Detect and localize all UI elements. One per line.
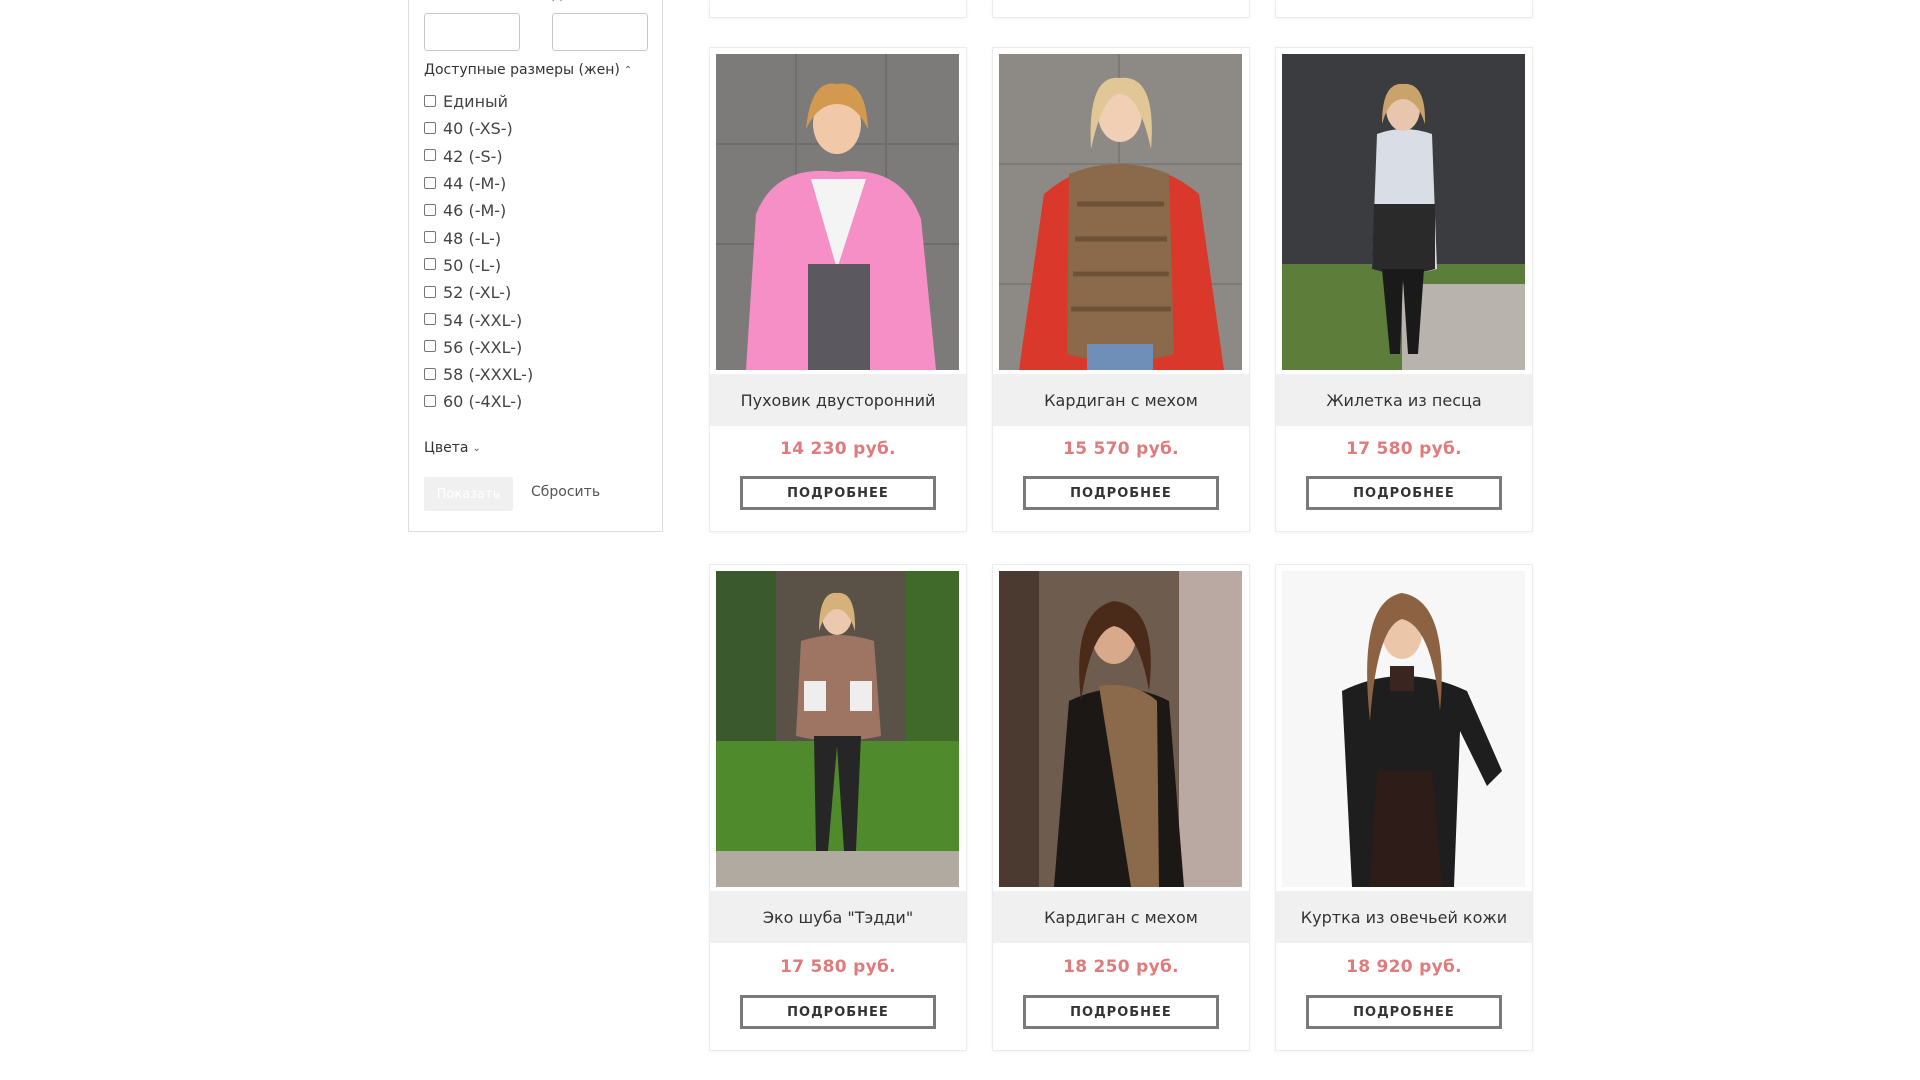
sizes-list: Единый 40 (-XS-) 42 (-S-) 44 (-M-) 46 (-… [424,88,533,416]
size-option[interactable]: 58 (-XXXL-) [424,361,533,388]
checkbox[interactable] [424,203,436,216]
product-price: 15 570 руб. [1063,439,1179,459]
size-label: 50 (-L-) [443,255,502,275]
product-title-band: Пуховик двусторонний [710,374,966,426]
size-option[interactable]: 60 (-4XL-) [424,388,533,415]
product-image[interactable] [716,54,959,370]
size-option[interactable]: 42 (-S-) [424,143,533,170]
product-title[interactable]: Куртка из овечьей кожи [1301,908,1507,927]
size-option[interactable]: 50 (-L-) [424,252,533,279]
price-from-label: От [424,0,442,2]
size-label: 54 (-XXL-) [443,310,523,330]
checkbox[interactable] [424,285,436,298]
reset-button[interactable]: Сбросить [531,484,600,500]
product-price: 14 230 руб. [780,439,896,459]
price-from-input[interactable] [424,13,520,51]
size-option[interactable]: 44 (-M-) [424,170,533,197]
price-to-input[interactable] [552,13,648,51]
product-title-band: Эко шуба "Тэдди" [710,891,966,943]
size-label: Единый [443,92,509,112]
product-title[interactable]: Кардиган с мехом [1044,908,1198,927]
size-label: 46 (-M-) [443,201,507,221]
size-label: 60 (-4XL-) [443,392,523,412]
checkbox[interactable] [424,231,436,244]
chevron-up-icon: ⌃ [623,64,633,76]
product-card[interactable]: Эко шуба "Тэдди" 17 580 руб. ПОДРОБНЕЕ [710,565,966,1050]
size-option[interactable]: Единый [424,88,533,115]
size-option[interactable]: 46 (-M-) [424,197,533,224]
sizes-filter-toggle[interactable]: Доступные размеры (жен) ⌃ [424,62,632,78]
product-card-partial [1276,0,1532,17]
checkbox[interactable] [424,394,436,407]
details-button[interactable]: ПОДРОБНЕЕ [1306,995,1502,1029]
size-label: 42 (-S-) [443,146,503,166]
checkbox[interactable] [424,367,436,380]
product-card[interactable]: Жилетка из песца 17 580 руб. ПОДРОБНЕЕ [1276,48,1532,531]
product-card[interactable]: Куртка из овечьей кожи 18 920 руб. ПОДРО… [1276,565,1532,1050]
product-image[interactable] [1282,54,1525,370]
product-image[interactable] [999,54,1242,370]
product-title[interactable]: Жилетка из песца [1326,391,1481,410]
product-card[interactable]: Пуховик двусторонний 14 230 руб. ПОДРОБН… [710,48,966,531]
details-button[interactable]: ПОДРОБНЕЕ [1306,476,1502,510]
size-option[interactable]: 54 (-XXL-) [424,306,533,333]
checkbox[interactable] [424,149,436,162]
size-label: 48 (-L-) [443,228,502,248]
details-button[interactable]: ПОДРОБНЕЕ [740,476,936,510]
size-label: 40 (-XS-) [443,119,513,139]
product-price: 18 250 руб. [1063,957,1179,977]
filter-sidebar: От До Доступные размеры (жен) ⌃ Единый 4… [408,0,663,532]
product-price: 17 580 руб. [780,957,896,977]
product-price: 18 920 руб. [1346,957,1462,977]
checkbox[interactable] [424,176,436,189]
product-card-partial [993,0,1249,17]
colors-filter-toggle[interactable]: Цвета ⌄ [424,440,481,456]
size-label: 52 (-XL-) [443,283,512,303]
product-image[interactable] [1282,571,1525,887]
details-button[interactable]: ПОДРОБНЕЕ [1023,476,1219,510]
product-title-band: Кардиган с мехом [993,891,1249,943]
colors-filter-title: Цвета [424,440,469,456]
chevron-down-icon: ⌄ [472,442,481,454]
details-button[interactable]: ПОДРОБНЕЕ [740,995,936,1029]
product-title-band: Жилетка из песца [1276,374,1532,426]
product-image[interactable] [716,571,959,887]
product-card[interactable]: Кардиган с мехом 18 250 руб. ПОДРОБНЕЕ [993,565,1249,1050]
size-option[interactable]: 52 (-XL-) [424,279,533,306]
size-option[interactable]: 40 (-XS-) [424,115,533,142]
product-title-band: Куртка из овечьей кожи [1276,891,1532,943]
size-option[interactable]: 48 (-L-) [424,224,533,251]
checkbox[interactable] [424,313,436,326]
show-button[interactable]: Показать [424,477,513,511]
product-title[interactable]: Кардиган с мехом [1044,391,1198,410]
checkbox[interactable] [424,340,436,353]
product-image[interactable] [999,571,1242,887]
product-title[interactable]: Пуховик двусторонний [741,391,936,410]
checkbox[interactable] [424,121,436,134]
price-to-label: До [552,0,570,2]
size-option[interactable]: 56 (-XXL-) [424,334,533,361]
checkbox[interactable] [424,258,436,271]
product-card-partial [710,0,966,17]
product-card[interactable]: Кардиган с мехом 15 570 руб. ПОДРОБНЕЕ [993,48,1249,531]
product-title-band: Кардиган с мехом [993,374,1249,426]
size-label: 44 (-M-) [443,174,507,194]
product-price: 17 580 руб. [1346,439,1462,459]
checkbox[interactable] [424,94,436,107]
sizes-filter-title: Доступные размеры (жен) [424,62,620,78]
details-button[interactable]: ПОДРОБНЕЕ [1023,995,1219,1029]
size-label: 56 (-XXL-) [443,337,523,357]
size-label: 58 (-XXXL-) [443,365,534,385]
product-title[interactable]: Эко шуба "Тэдди" [763,908,913,927]
